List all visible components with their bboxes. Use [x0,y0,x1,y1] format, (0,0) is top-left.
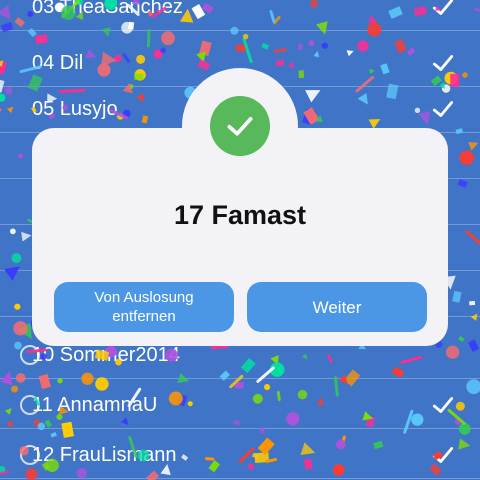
continue-button[interactable]: Weiter [247,282,427,332]
winner-dialog: 17 Famast Von Auslosung entfernen Weiter [0,0,480,480]
remove-button-label-line2: entfernen [112,308,176,325]
continue-button-label: Weiter [312,297,362,317]
success-badge [210,96,270,156]
winner-title: 17 Famast [173,200,307,230]
remove-from-draw-button[interactable]: Von Auslosung entfernen [54,282,234,332]
checkmark-icon [227,117,253,136]
remove-button-label-line1: Von Auslosung [94,289,194,306]
